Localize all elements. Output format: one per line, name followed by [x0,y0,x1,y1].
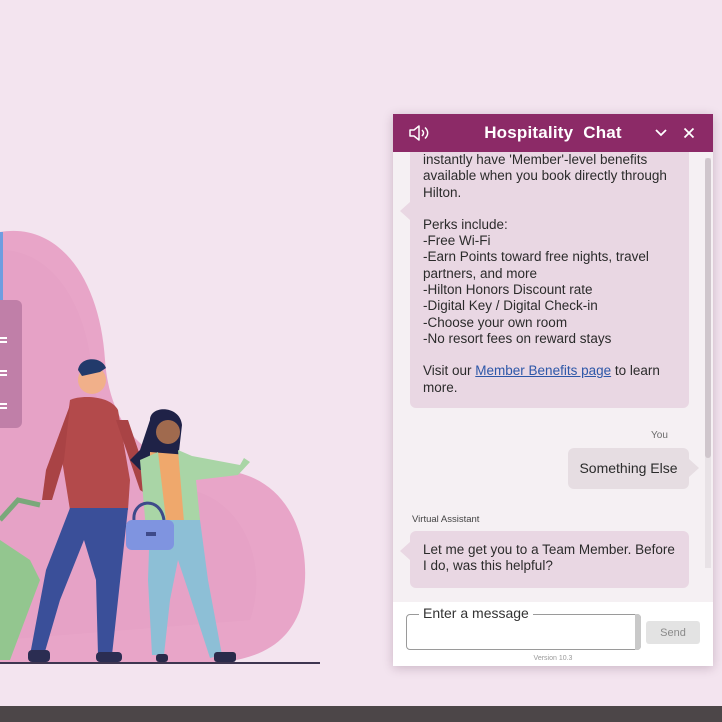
perk-item: -Free Wi-Fi [423,233,491,249]
chat-window: Hospitality Chat instantly have 'Member'… [393,114,713,666]
perk-item: -Digital Key / Digital Check-in [423,298,598,314]
sign-pole [0,232,3,300]
man-shoe [28,650,50,662]
visit-prefix: Visit our [423,363,476,379]
resize-handle[interactable] [635,614,641,650]
panel-dash [0,337,7,339]
user-message-bubble: Something Else [568,448,699,489]
panel-dash [0,341,7,343]
bottom-bar [0,706,722,722]
panel-dash [0,374,7,376]
speaker-icon[interactable] [407,114,431,152]
version-label: Version 10.3 [533,655,573,662]
man-shirt [62,397,130,510]
send-button[interactable]: Send [646,621,700,644]
perks-title: Perks include: [423,216,508,232]
woman-shoe [156,654,168,662]
panel-dash [0,403,7,405]
panel-dash [0,407,7,409]
message-input-label: Enter a message [419,605,533,621]
purse-clasp [146,532,156,536]
message-input[interactable]: Enter a message [406,605,641,650]
bot-message-bubble: Let me get you to a Team Member. Before … [400,531,689,588]
perk-item: -Choose your own room [423,314,568,330]
woman-shoe [214,652,236,662]
message-text: instantly have 'Member'-level benefits a… [423,152,667,200]
perk-item: -Hilton Honors Discount rate [423,282,593,298]
member-benefits-link[interactable]: Member Benefits page [475,363,611,378]
floor-line [0,662,320,664]
bot-message-bubble: instantly have 'Member'-level benefits a… [400,152,689,408]
close-icon[interactable] [679,114,699,152]
perk-item: -No resort fees on reward stays [423,330,612,346]
message-list[interactable]: instantly have 'Member'-level benefits a… [393,152,713,602]
visit-text: Visit our Member Benefits page to learn … [423,363,676,396]
chat-header: Hospitality Chat [393,114,713,152]
chat-title: Hospitality Chat [484,123,622,142]
panel-dash [0,370,7,372]
sender-label-you: You [651,430,668,441]
chevron-down-icon[interactable] [651,114,671,152]
woman-head [156,420,180,444]
man-shoe [96,652,122,662]
perk-item: -Earn Points toward free nights, travel … [423,249,649,281]
sender-label-assistant: Virtual Assistant [412,514,480,525]
composer: Enter a message Send Version 10.3 [393,602,713,666]
scrollbar-thumb[interactable] [705,158,711,458]
